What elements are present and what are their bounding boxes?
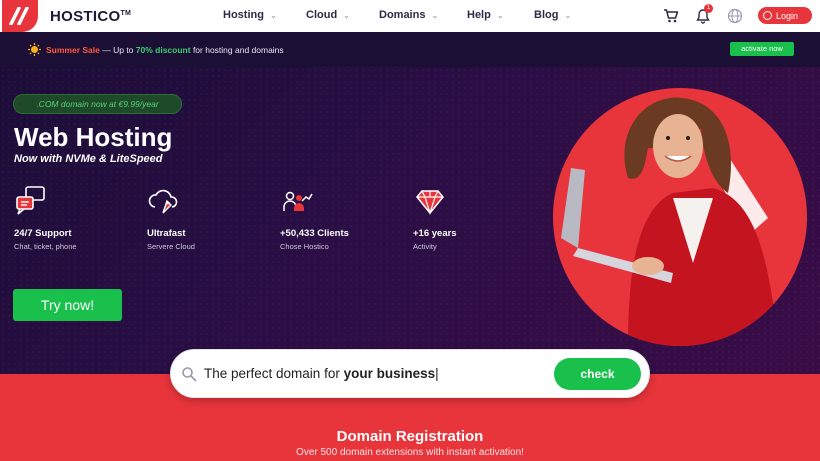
woman-with-laptop-illustration <box>561 97 778 346</box>
cloud-rocket-icon <box>148 189 178 214</box>
search-prefix: The perfect domain for <box>204 366 344 381</box>
logo-slashes-icon <box>9 7 29 25</box>
feature-desc: Chat, ticket, phone <box>14 242 77 251</box>
promo-middle: — Up to <box>99 45 136 55</box>
globe-icon[interactable] <box>727 8 743 24</box>
chevron-down-icon: ⌄ <box>343 10 350 20</box>
nav-item-hosting[interactable]: Hosting ⌄ <box>223 9 277 21</box>
nav-item-help[interactable]: Help ⌄ <box>467 9 504 21</box>
search-icon <box>182 367 197 382</box>
diamond-icon <box>416 190 444 216</box>
promo-sale-label: Summer Sale <box>46 45 100 55</box>
promo-bar: Summer Sale — Up to 70% discount for hos… <box>0 32 820 67</box>
chevron-down-icon: ⌄ <box>496 10 504 20</box>
nav-item-cloud[interactable]: Cloud ⌄ <box>306 9 350 21</box>
hero-image <box>553 88 807 346</box>
feature-support: 24/7 Support Chat, ticket, phone <box>14 185 124 251</box>
nav-item-label: Domains <box>379 9 426 21</box>
nav-item-blog[interactable]: Blog ⌄ <box>534 9 571 21</box>
user-icon <box>763 11 772 20</box>
top-navbar: HOSTICOTM Hosting ⌄ Cloud ⌄ Domains ⌄ Help ⌄… <box>0 0 820 32</box>
brand-name[interactable]: HOSTICOTM <box>50 8 131 25</box>
nav-item-domains[interactable]: Domains ⌄ <box>379 9 438 21</box>
check-domain-button[interactable]: check <box>554 358 641 390</box>
hero-subtitle: Now with NVMe & LiteSpeed <box>14 153 163 165</box>
cart-icon[interactable] <box>663 8 679 24</box>
promo-tail: for hosting and domains <box>190 45 284 55</box>
activate-now-button[interactable]: activate now <box>730 42 794 56</box>
promo-text: Summer Sale — Up to 70% discount for hos… <box>46 45 284 55</box>
feature-speed: Ultrafast Servere Cloud <box>147 185 257 251</box>
feature-title: +16 years <box>413 228 457 239</box>
chat-support-icon <box>16 186 45 215</box>
feature-clients: +50,433 Clients Chose Hostico <box>280 185 390 251</box>
nav-item-label: Cloud <box>306 9 338 21</box>
promo-discount: 70% discount <box>135 45 191 55</box>
clients-growth-icon <box>283 191 313 211</box>
sun-icon <box>28 43 41 56</box>
chevron-down-icon: ⌄ <box>564 10 572 20</box>
section-subtitle: Over 500 domain extensions with instant … <box>296 447 524 458</box>
notification-badge: 1 <box>704 4 713 13</box>
feature-title: Ultrafast <box>147 228 186 239</box>
nav-item-label: Hosting <box>223 9 264 21</box>
domain-search-input[interactable]: The perfect domain for your business| <box>204 366 439 381</box>
hero-section: .COM domain now at €9.99/year Web Hostin… <box>0 67 820 374</box>
feature-desc: Servere Cloud <box>147 242 195 251</box>
feature-title: +50,433 Clients <box>280 228 349 239</box>
feature-desc: Activity <box>413 242 437 251</box>
nav-item-label: Blog <box>534 9 559 21</box>
feature-years: +16 years Activity <box>413 185 523 251</box>
text-caret: | <box>435 366 439 381</box>
domain-offer-pill[interactable]: .COM domain now at €9.99/year <box>13 94 182 114</box>
section-title: Domain Registration <box>336 428 484 445</box>
login-button[interactable]: Login <box>758 7 812 24</box>
login-label: Login <box>776 10 799 21</box>
nav-item-label: Help <box>467 9 491 21</box>
hero-title: Web Hosting <box>14 122 173 152</box>
chevron-down-icon: ⌄ <box>431 10 439 20</box>
chevron-down-icon: ⌄ <box>269 10 277 20</box>
feature-title: 24/7 Support <box>14 228 72 239</box>
search-emphasis: your business <box>343 366 436 381</box>
logo-mark[interactable] <box>2 0 38 32</box>
feature-desc: Chose Hostico <box>280 242 329 251</box>
try-now-button[interactable]: Try now! <box>13 289 122 321</box>
